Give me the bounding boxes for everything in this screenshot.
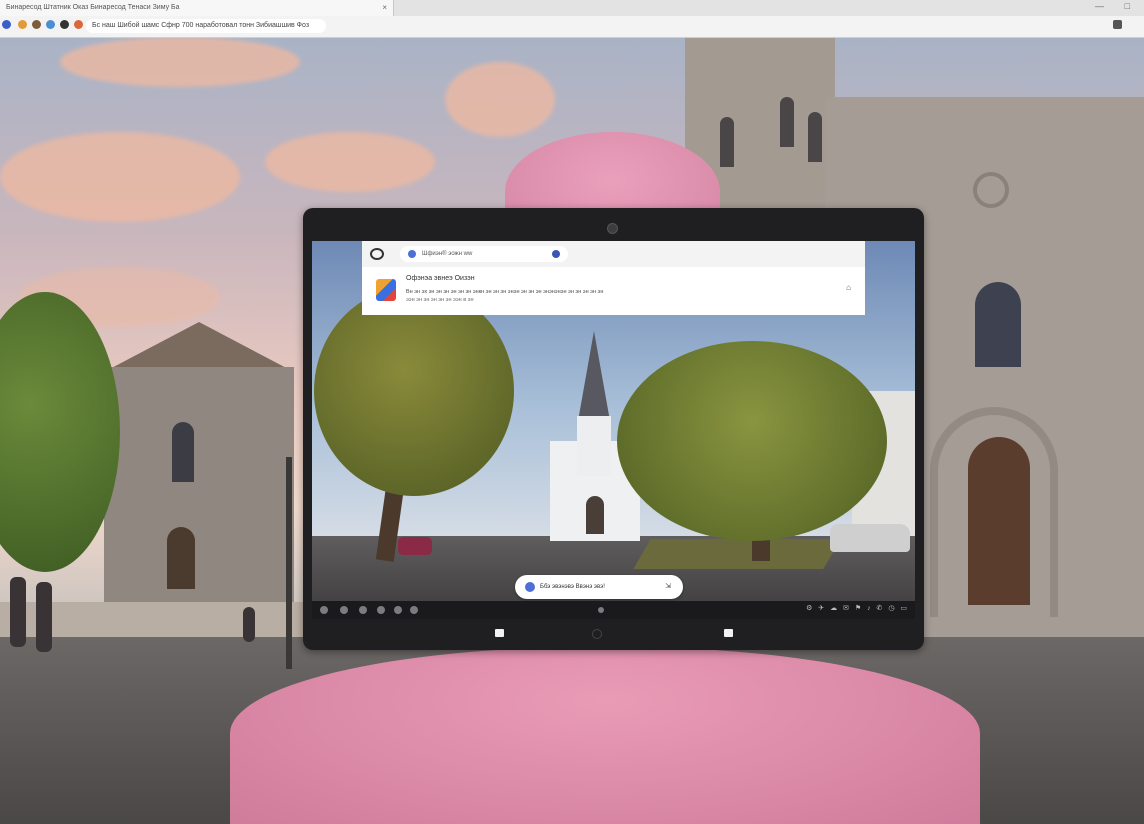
bezel-button[interactable] xyxy=(724,629,733,637)
app-icon[interactable] xyxy=(394,606,402,614)
search-pill[interactable]: Ббэ эвэнэвэ Ввэнэ эвэ! ⇲ xyxy=(515,575,683,599)
notification-card[interactable]: Офэнэа эвнеэ Оизэн Вн эн эх эн эн эн эн … xyxy=(362,267,865,315)
notification-subtext: ээн эн эн эн эн эн ээн в эн xyxy=(406,297,474,303)
screen-tree xyxy=(314,286,514,496)
pink-hoodie xyxy=(230,647,980,824)
search-icon xyxy=(408,250,416,258)
address-bar[interactable]: Бс наш Шибой шамс Сфнр 700 наработовал т… xyxy=(86,19,326,33)
bezel-home-icon[interactable] xyxy=(592,629,602,639)
church-window xyxy=(172,422,194,482)
assistant-icon xyxy=(525,582,535,592)
tablet-device: Шфиэн® эожн ww Офэнэа эвнеэ Оизэн Вн эн … xyxy=(303,208,924,650)
app-icon xyxy=(376,279,396,301)
minimize-icon[interactable]: — xyxy=(1095,1,1104,11)
screen-grass xyxy=(633,539,841,569)
search-pill-text: Ббэ эвэнэвэ Ввэнэ эвэ! xyxy=(540,584,605,590)
extension-icon[interactable] xyxy=(74,20,83,29)
maximize-icon[interactable]: □ xyxy=(1125,1,1130,11)
system-tray[interactable]: ⚙ ✈ ☁ ✉ ⚑ ♪ ✆ ◷ ▭ xyxy=(806,604,909,612)
tablet-screen: Шфиэн® эожн ww Офэнэа эвнеэ Оизэн Вн эн … xyxy=(312,241,915,619)
screen-church-door xyxy=(586,496,604,534)
church-window xyxy=(975,282,1021,367)
tower-window xyxy=(780,97,794,147)
pill-action-icon[interactable]: ⇲ xyxy=(665,575,671,599)
app-icon[interactable] xyxy=(340,606,348,614)
cloud xyxy=(0,132,240,222)
extension-icon[interactable] xyxy=(32,20,41,29)
screen-steeple-body xyxy=(577,416,611,476)
notification-title: Офэнэа эвнеэ Оизэн xyxy=(406,275,475,282)
home-indicator-icon[interactable] xyxy=(598,607,604,613)
bezel-button[interactable] xyxy=(495,629,504,637)
camera-icon xyxy=(607,223,618,234)
pedestrian xyxy=(36,582,52,652)
tab-strip: Бинаресод Штатник Оказ Бинаресод Тенаси … xyxy=(0,0,1144,16)
omnibox-text: Шфиэн® эожн ww xyxy=(422,251,473,257)
tree xyxy=(0,292,120,572)
stone-church-left xyxy=(104,367,294,602)
browser-logo-icon[interactable] xyxy=(370,248,384,260)
tower-window xyxy=(808,112,822,162)
launcher-icon[interactable] xyxy=(320,606,328,614)
tablet-browser-bar: Шфиэн® эожн ww xyxy=(362,241,865,268)
cloud xyxy=(265,132,435,192)
browser-toolbar: Бс наш Шибой шамс Сфнр 700 наработовал т… xyxy=(0,16,1144,37)
taskbar: ⚙ ✈ ☁ ✉ ⚑ ♪ ✆ ◷ ▭ xyxy=(312,601,915,619)
browser-tab[interactable]: Бинаресод Штатник Оказ Бинаресод Тенаси … xyxy=(0,0,394,16)
app-icon[interactable] xyxy=(359,606,367,614)
back-icon[interactable] xyxy=(2,20,11,29)
menu-icon[interactable] xyxy=(1113,20,1122,29)
street-pole xyxy=(286,457,292,669)
pedestrian xyxy=(243,607,255,642)
screen-car xyxy=(830,524,910,552)
screen-steeple xyxy=(578,331,610,421)
church-roof xyxy=(104,322,294,372)
tab-close-icon[interactable]: × xyxy=(382,0,387,16)
screen-tree xyxy=(617,341,887,541)
tab-title: Бинаресод Штатник Оказ Бинаресод Тенаси … xyxy=(6,4,180,11)
notification-body: Вн эн эх эн эн эн эн эн эн энкн эн эн эн… xyxy=(406,289,604,295)
rose-window xyxy=(973,172,1009,208)
notification-action-icon[interactable]: ⌂ xyxy=(846,283,851,292)
screen-car xyxy=(398,537,432,555)
pedestrian xyxy=(10,577,26,647)
extension-icon[interactable] xyxy=(18,20,27,29)
browser-chrome: Бинаресод Штатник Оказ Бинаресод Тенаси … xyxy=(0,0,1144,38)
cloud xyxy=(445,62,555,137)
church-door xyxy=(167,527,195,589)
extension-icon[interactable] xyxy=(46,20,55,29)
cloud xyxy=(60,37,300,87)
app-icon[interactable] xyxy=(410,606,418,614)
tower-window xyxy=(720,117,734,167)
microphone-icon[interactable] xyxy=(552,250,560,258)
app-icon[interactable] xyxy=(377,606,385,614)
tablet-omnibox[interactable]: Шфиэн® эожн ww xyxy=(400,246,568,262)
extension-icon[interactable] xyxy=(60,20,69,29)
church-door xyxy=(968,437,1030,605)
